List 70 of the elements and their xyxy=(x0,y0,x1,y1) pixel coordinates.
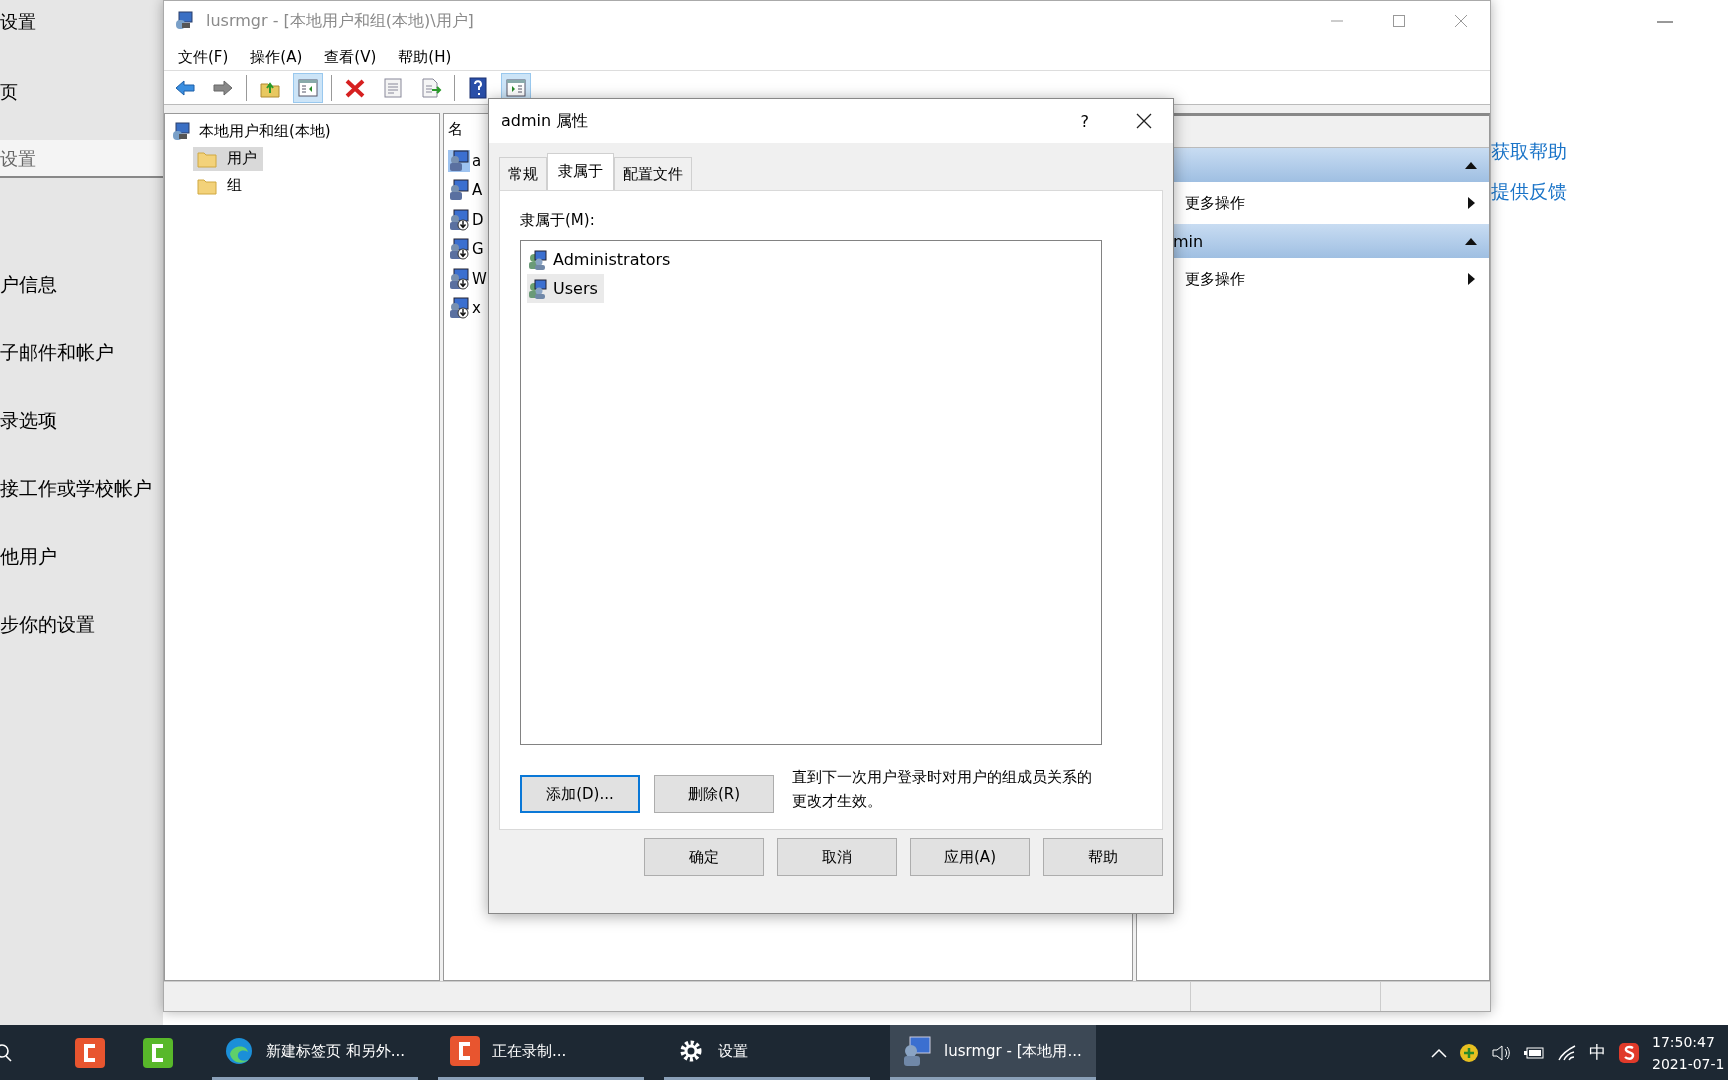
menu-item[interactable]: 帮助(H) xyxy=(398,45,452,70)
dialog-button[interactable]: 取消 xyxy=(777,838,897,876)
chevron-up-icon xyxy=(1431,1047,1447,1058)
search-field[interactable]: 设置 xyxy=(0,140,163,178)
taskbar-button[interactable]: 正在录制... xyxy=(438,1025,644,1080)
tree-item[interactable]: 用户 xyxy=(193,146,263,171)
menu-item[interactable]: 操作(A) xyxy=(250,45,303,70)
window-title: lusrmgr - [本地用户和组(本地)\用户] xyxy=(206,10,475,32)
list-item[interactable]: A xyxy=(472,181,483,200)
nav-item[interactable]: 录选项 xyxy=(0,406,57,434)
nav-item[interactable]: 接工作或学校帐户 xyxy=(0,474,152,502)
dialog-title: admin 属性 xyxy=(501,110,590,132)
field-label: 隶属于(M): xyxy=(520,211,596,230)
list-item[interactable]: Users xyxy=(527,274,604,303)
tree-item[interactable]: 本地用户和组(本地) xyxy=(199,122,331,141)
wifi-icon xyxy=(1557,1043,1577,1062)
letter-c-app-icon xyxy=(141,1035,175,1070)
window-title: 设置 xyxy=(0,10,36,34)
speaker-icon xyxy=(1491,1043,1511,1062)
list-item[interactable]: a xyxy=(472,151,482,170)
dialog-button[interactable]: 确定 xyxy=(644,838,764,876)
properties-icon xyxy=(382,76,404,99)
collapse-icon xyxy=(1465,161,1477,169)
s-app-icon xyxy=(1618,1041,1640,1064)
submenu-arrow-icon xyxy=(1468,273,1475,285)
menu-item[interactable]: 文件(F) xyxy=(178,45,229,70)
menu-item[interactable]: 查看(V) xyxy=(324,45,377,70)
list-button[interactable]: 添加(D)... xyxy=(520,775,640,813)
nav-item[interactable]: 户信息 xyxy=(0,270,57,298)
taskbar-button[interactable]: 新建标签页 和另外... xyxy=(212,1025,418,1080)
list-item[interactable]: Administrators xyxy=(527,245,677,274)
tab[interactable]: 常规 xyxy=(499,157,547,190)
export-list-icon xyxy=(420,76,442,99)
console-app-icon xyxy=(174,10,196,32)
help-link[interactable]: 获取帮助 xyxy=(1491,139,1567,165)
plus-circle-icon xyxy=(1459,1042,1479,1063)
tab[interactable]: 配置文件 xyxy=(614,157,692,190)
nav-item[interactable]: 子邮件和帐户 xyxy=(0,338,114,366)
help-icon xyxy=(467,76,489,99)
group-icon xyxy=(527,248,549,271)
letter-c-app-icon xyxy=(448,1034,482,1068)
group-list[interactable]: Administrators Users xyxy=(520,240,1102,745)
tree-pane-icon xyxy=(297,76,319,99)
nav-item[interactable]: 步你的设置 xyxy=(0,610,95,638)
help-button[interactable]: ? xyxy=(1080,111,1089,131)
minimize-icon xyxy=(1657,21,1673,23)
submenu-arrow-icon xyxy=(1468,197,1475,209)
dialog-button[interactable]: 帮助 xyxy=(1043,838,1163,876)
clock-time[interactable]: 17:50:47 xyxy=(1652,1030,1715,1053)
group-icon xyxy=(527,277,549,300)
nav-item[interactable]: 他用户 xyxy=(0,542,57,570)
list-button[interactable]: 删除(R) xyxy=(654,775,774,813)
close-icon[interactable] xyxy=(1135,112,1153,130)
tree-item[interactable]: 组 xyxy=(193,173,248,198)
taskbar-button[interactable]: lusrmgr - [本地用... xyxy=(890,1025,1096,1080)
note-text: 直到下一次用户登录时对用户的组成员关系的更改才生效。 xyxy=(792,767,1093,812)
letter-c-app-icon xyxy=(73,1035,107,1070)
tab[interactable]: 隶属于 xyxy=(547,153,614,191)
clock-date[interactable]: 2021-07-1 xyxy=(1652,1052,1725,1075)
help-link[interactable]: 提供反馈 xyxy=(1491,179,1567,205)
dialog-button[interactable]: 应用(A) xyxy=(910,838,1030,876)
action-pane-icon xyxy=(505,76,527,99)
taskbar-button[interactable]: 设置 xyxy=(664,1025,870,1080)
computer-users-icon xyxy=(171,120,193,143)
input-method-indicator[interactable]: 中 xyxy=(1589,1041,1606,1064)
nav-item[interactable]: 页 xyxy=(0,80,18,106)
battery-icon xyxy=(1523,1045,1545,1060)
collapse-icon xyxy=(1465,237,1477,245)
search-icon[interactable] xyxy=(0,1042,14,1063)
column-header[interactable]: 名 xyxy=(448,120,474,146)
